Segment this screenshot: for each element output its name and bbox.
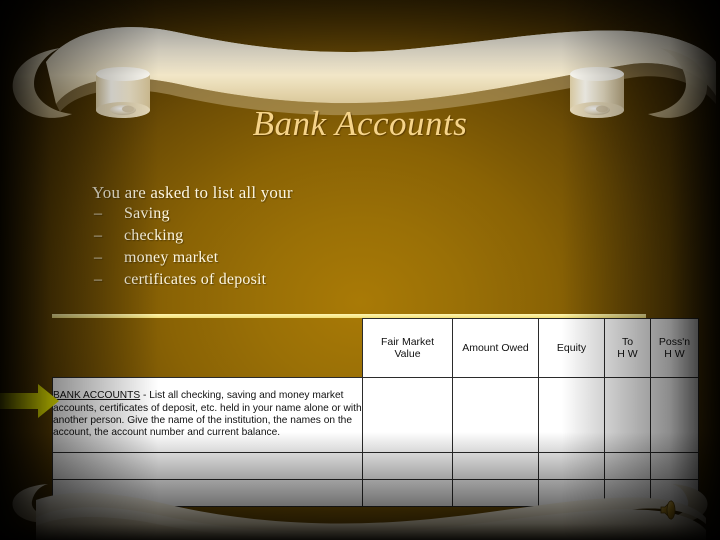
dash-bullet-icon: – xyxy=(94,227,103,244)
value-cell-equity[interactable] xyxy=(538,377,605,453)
list-item-label: money market xyxy=(124,249,219,266)
value-cell-amount-owed[interactable] xyxy=(452,377,539,453)
list-item-label: certificates of deposit xyxy=(124,271,267,288)
dash-bullet-icon: – xyxy=(94,205,103,222)
header-line2: Value xyxy=(394,348,421,360)
list-item: – certificates of deposit xyxy=(92,269,512,291)
header-line1: Fair Market xyxy=(380,336,435,348)
value-cell-possn-hw[interactable] xyxy=(650,377,699,453)
header-line1: To xyxy=(621,336,634,348)
header-line1: Poss'n xyxy=(658,336,691,348)
header-cell-amount-owed: Amount Owed xyxy=(452,318,539,378)
presentation-slide: Bank Accounts You are asked to list all … xyxy=(0,0,720,540)
table-row: BANK ACCOUNTS - List all checking, savin… xyxy=(52,377,699,453)
scroll-banner-bottom xyxy=(12,484,708,540)
header-cell-equity: Equity xyxy=(538,318,605,378)
header-line2: H W xyxy=(617,348,638,360)
value-cell-fair-market-value[interactable] xyxy=(362,377,453,453)
header-cell-to-hw: To H W xyxy=(604,318,651,378)
list-item: – checking xyxy=(92,225,512,247)
header-cell-possn-hw: Poss'n H W xyxy=(650,318,699,378)
list-item: – Saving xyxy=(92,203,512,225)
value-cell-to-hw[interactable] xyxy=(604,377,651,453)
table-header-row: Fair Market Value Amount Owed Equity To … xyxy=(53,318,699,378)
description-label: BANK ACCOUNTS xyxy=(53,390,141,402)
header-line2: H W xyxy=(664,348,685,360)
dash-bullet-icon: – xyxy=(94,271,103,288)
dash-bullet-icon: – xyxy=(94,249,103,266)
header-line1: Equity xyxy=(556,342,587,354)
yellow-right-arrow-icon xyxy=(0,384,59,418)
lead-text: You are asked to list all your xyxy=(92,183,293,202)
speaker-sound-icon[interactable] xyxy=(658,497,684,523)
list-item-label: checking xyxy=(124,227,184,244)
description-cell: BANK ACCOUNTS - List all checking, savin… xyxy=(52,377,363,453)
slide-title: Bank Accounts xyxy=(252,104,468,143)
list-item-label: Saving xyxy=(124,205,170,222)
header-cell-blank xyxy=(53,319,363,378)
header-cell-fair-market-value: Fair Market Value xyxy=(362,318,453,378)
list-item: – money market xyxy=(92,247,512,269)
header-line1: Amount Owed xyxy=(462,342,529,354)
body-content: You are asked to list all your – Saving … xyxy=(92,182,512,291)
bullet-list: – Saving – checking – money market – cer… xyxy=(92,203,512,291)
